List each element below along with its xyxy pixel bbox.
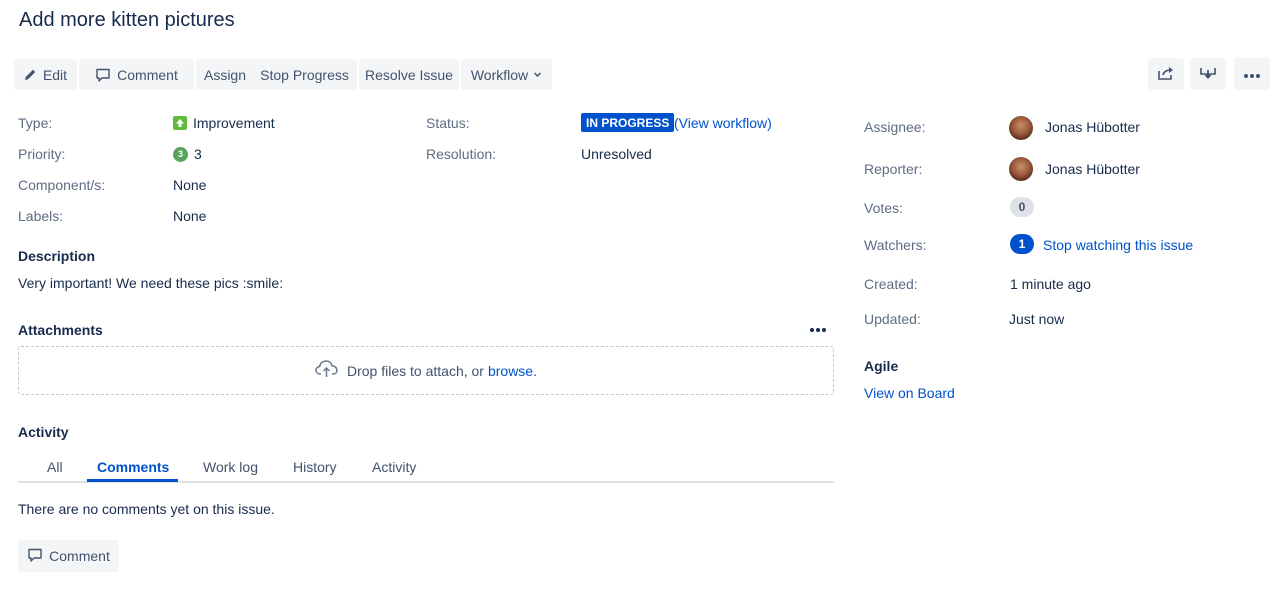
browse-link[interactable]: browse. <box>488 363 537 379</box>
updated-value: Just now <box>1009 311 1065 327</box>
assign-label: Assign <box>203 66 247 83</box>
comment-button[interactable]: Comment <box>79 59 194 90</box>
view-workflow-link[interactable]: (View workflow) <box>674 115 772 131</box>
priority-label: Priority: <box>18 146 66 162</box>
assignee-avatar[interactable] <box>1009 116 1033 140</box>
stop-watching-link[interactable]: Stop watching this issue <box>1043 237 1193 253</box>
tab-work-log[interactable]: Work log <box>203 459 258 475</box>
workflow-dropdown[interactable]: Workflow <box>461 59 552 90</box>
labels-value: None <box>173 208 207 224</box>
attachments-heading: Attachments <box>18 322 103 338</box>
reporter-label: Reporter: <box>864 161 923 177</box>
improvement-icon <box>173 116 187 130</box>
description-heading: Description <box>18 248 96 264</box>
status-badge: IN PROGRESS <box>581 113 675 132</box>
export-icon <box>1199 65 1217 84</box>
attachment-dropzone[interactable]: Drop files to attach, or browse. <box>18 346 834 395</box>
resolve-issue-label: Resolve Issue <box>365 66 453 83</box>
more-icon <box>1243 66 1261 82</box>
status-label: Status: <box>426 115 470 131</box>
add-comment-button[interactable]: Comment <box>18 540 119 572</box>
type-label: Type: <box>18 115 53 131</box>
type-value-text: Improvement <box>193 115 275 131</box>
agile-heading: Agile <box>864 358 899 374</box>
priority-value-text: 3 <box>194 146 202 162</box>
workflow-label: Workflow <box>470 66 529 83</box>
reporter-name[interactable]: Jonas Hübotter <box>1045 161 1140 177</box>
components-value: None <box>173 177 207 193</box>
priority-value: 3 3 <box>173 146 202 162</box>
resolution-label: Resolution: <box>426 146 497 162</box>
edit-button[interactable]: Edit <box>14 59 77 90</box>
components-label: Component/s: <box>18 177 106 193</box>
votes-label: Votes: <box>864 200 903 216</box>
created-value: 1 minute ago <box>1010 276 1091 292</box>
dropzone-text: Drop files to attach, or <box>347 362 484 379</box>
reporter-avatar[interactable] <box>1009 157 1033 181</box>
no-comments-text: There are no comments yet on this issue. <box>18 501 275 517</box>
watchers-badge[interactable]: 1 <box>1010 234 1034 254</box>
tab-history[interactable]: History <box>293 459 337 475</box>
upload-cloud-icon <box>315 359 347 382</box>
watchers-label: Watchers: <box>864 237 927 253</box>
type-value: Improvement <box>173 115 275 131</box>
export-button[interactable] <box>1190 58 1226 90</box>
assignee-name[interactable]: Jonas Hübotter <box>1045 119 1140 135</box>
tab-comments[interactable]: Comments <box>97 459 169 475</box>
chevron-down-icon <box>533 70 542 79</box>
resolution-value: Unresolved <box>581 146 652 162</box>
tab-activity[interactable]: Activity <box>372 459 416 475</box>
share-icon <box>1157 65 1175 84</box>
tab-all[interactable]: All <box>47 459 63 475</box>
attachments-more-icon[interactable] <box>809 322 827 338</box>
description-text[interactable]: Very important! We need these pics :smil… <box>18 275 283 291</box>
votes-badge[interactable]: 0 <box>1010 197 1034 217</box>
priority-icon: 3 <box>173 146 188 162</box>
comment-icon <box>95 67 111 83</box>
share-button[interactable] <box>1148 58 1184 90</box>
stop-progress-button[interactable]: Stop Progress <box>252 59 357 90</box>
comment-label: Comment <box>117 66 178 83</box>
labels-label: Labels: <box>18 208 64 224</box>
active-tab-indicator <box>87 479 178 482</box>
updated-label: Updated: <box>864 311 921 327</box>
activity-heading: Activity <box>18 424 69 440</box>
more-actions-button[interactable] <box>1234 58 1270 90</box>
add-comment-label: Comment <box>49 548 110 564</box>
assignee-label: Assignee: <box>864 119 926 135</box>
view-on-board-link[interactable]: View on Board <box>864 385 955 401</box>
assign-button[interactable]: Assign <box>196 59 254 90</box>
edit-label: Edit <box>42 66 68 83</box>
issue-title: Add more kitten pictures <box>19 9 235 31</box>
created-label: Created: <box>864 276 918 292</box>
comment-icon <box>27 547 43 566</box>
pencil-icon <box>24 68 37 81</box>
resolve-issue-button[interactable]: Resolve Issue <box>359 59 459 90</box>
stop-progress-label: Stop Progress <box>260 66 349 83</box>
